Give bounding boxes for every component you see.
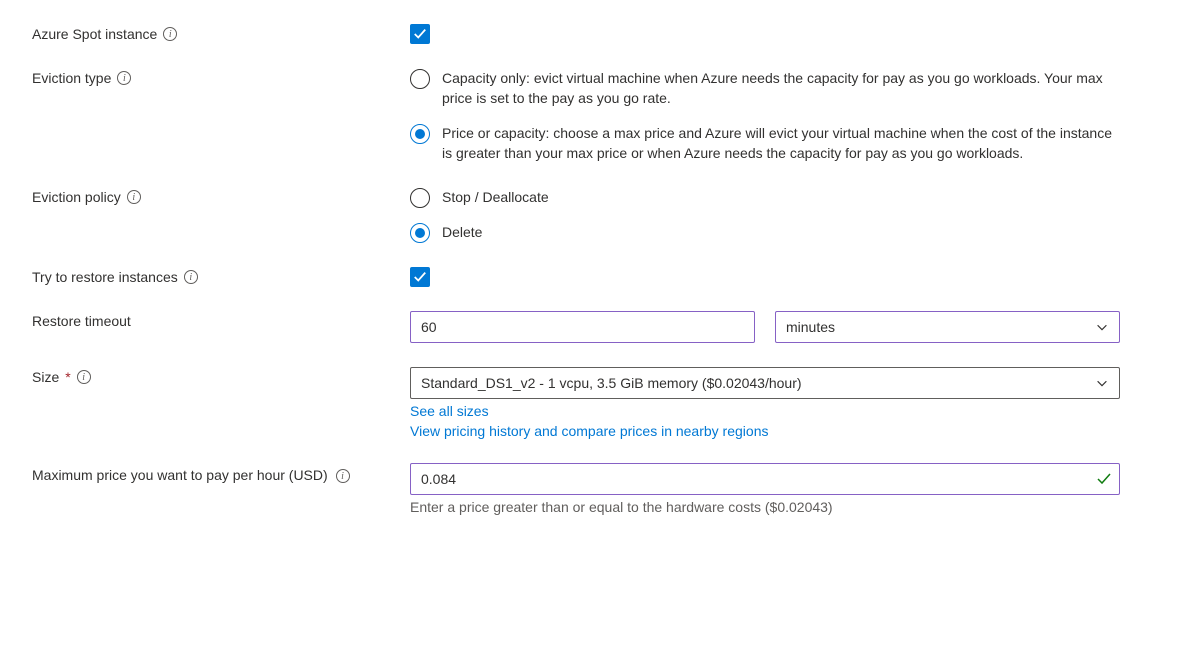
chevron-down-icon	[1095, 376, 1109, 390]
radio-label: Delete	[442, 222, 482, 242]
radio-label: Capacity only: evict virtual machine whe…	[442, 68, 1120, 109]
checkmark-icon	[413, 270, 427, 284]
restore-timeout-label: Restore timeout	[32, 313, 131, 329]
info-icon[interactable]: i	[184, 270, 198, 284]
select-value: Standard_DS1_v2 - 1 vcpu, 3.5 GiB memory…	[421, 375, 802, 391]
info-icon[interactable]: i	[127, 190, 141, 204]
eviction-policy-delete-radio[interactable]: Delete	[410, 222, 1120, 243]
restore-timeout-input[interactable]	[410, 311, 755, 343]
radio-icon	[410, 223, 430, 243]
eviction-type-label: Eviction type	[32, 70, 111, 86]
radio-icon	[410, 124, 430, 144]
radio-label: Price or capacity: choose a max price an…	[442, 123, 1120, 164]
valid-checkmark-icon	[1096, 471, 1112, 487]
required-indicator: *	[65, 369, 70, 385]
see-all-sizes-link[interactable]: See all sizes	[410, 403, 1120, 419]
spot-label: Azure Spot instance	[32, 26, 157, 42]
chevron-down-icon	[1095, 320, 1109, 334]
restore-label: Try to restore instances	[32, 269, 178, 285]
eviction-policy-stop-radio[interactable]: Stop / Deallocate	[410, 187, 1120, 208]
size-label: Size	[32, 369, 59, 385]
radio-icon	[410, 69, 430, 89]
eviction-policy-label: Eviction policy	[32, 189, 121, 205]
info-icon[interactable]: i	[336, 469, 350, 483]
size-select[interactable]: Standard_DS1_v2 - 1 vcpu, 3.5 GiB memory…	[410, 367, 1120, 399]
restore-timeout-unit-select[interactable]: minutes	[775, 311, 1120, 343]
pricing-history-link[interactable]: View pricing history and compare prices …	[410, 423, 1120, 439]
checkmark-icon	[413, 27, 427, 41]
eviction-type-price-radio[interactable]: Price or capacity: choose a max price an…	[410, 123, 1120, 164]
spot-checkbox[interactable]	[410, 24, 430, 44]
restore-checkbox[interactable]	[410, 267, 430, 287]
max-price-label: Maximum price you want to pay per hour (…	[32, 467, 328, 483]
max-price-helper: Enter a price greater than or equal to t…	[410, 499, 1120, 515]
info-icon[interactable]: i	[163, 27, 177, 41]
select-value: minutes	[786, 319, 835, 335]
radio-icon	[410, 188, 430, 208]
eviction-type-capacity-radio[interactable]: Capacity only: evict virtual machine whe…	[410, 68, 1120, 109]
info-icon[interactable]: i	[77, 370, 91, 384]
radio-label: Stop / Deallocate	[442, 187, 549, 207]
max-price-input[interactable]	[410, 463, 1120, 495]
info-icon[interactable]: i	[117, 71, 131, 85]
